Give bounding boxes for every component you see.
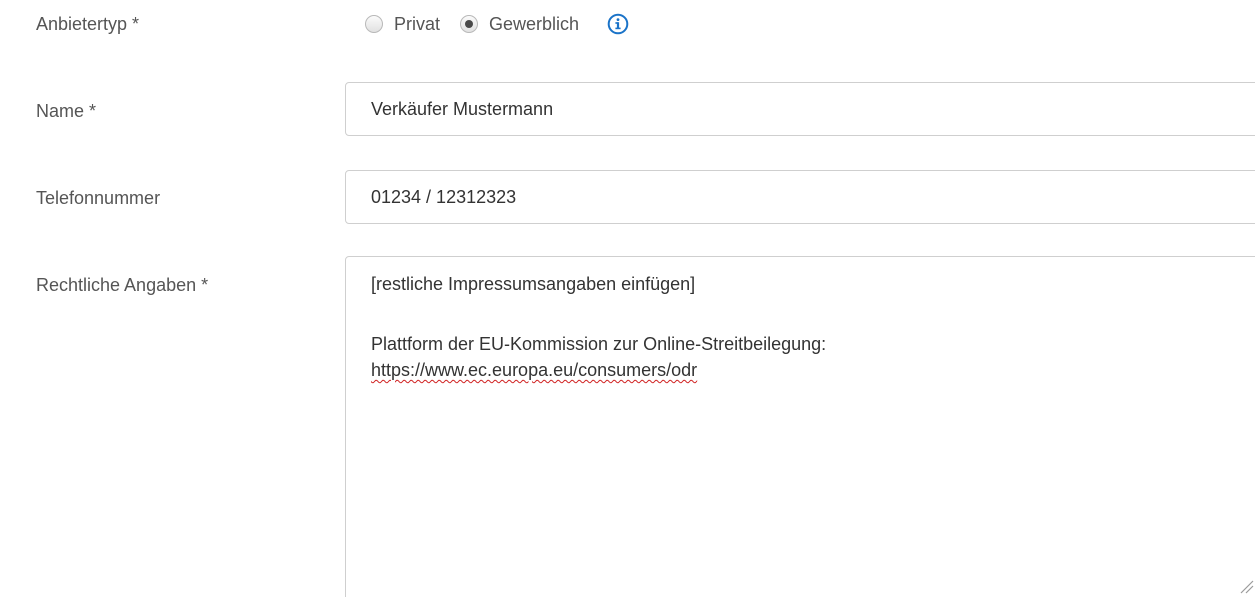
resize-grip-icon[interactable] (1236, 576, 1254, 594)
legal-line-placeholder: [restliche Impressumsangaben einfügen] (371, 274, 696, 294)
radio-commercial-label: Gewerblich (489, 13, 580, 34)
provider-type-radio-group: Privat Gewerblich (365, 10, 629, 38)
legal-info-textarea[interactable]: [restliche Impressumsangaben einfügen] P… (345, 256, 1255, 597)
legal-info-label: Rechtliche Angaben * (36, 275, 209, 295)
radio-private-label: Privat (394, 13, 441, 34)
name-label: Name * (36, 101, 97, 121)
phone-input[interactable] (345, 170, 1255, 224)
radio-option-commercial[interactable]: Gewerblich (460, 14, 579, 35)
info-icon[interactable] (607, 13, 629, 35)
phone-label: Telefonnummer (36, 188, 161, 208)
radio-commercial[interactable] (460, 15, 479, 33)
legal-line-odr-text: Plattform der EU-Kommission zur Online-S… (371, 334, 827, 354)
provider-type-label: Anbietertyp * (36, 14, 140, 34)
name-input[interactable] (345, 82, 1255, 136)
radio-private[interactable] (365, 15, 383, 33)
legal-line-odr-link: https://www.ec.europa.eu/consumers/odr (371, 360, 698, 380)
seller-form: Anbietertyp * Privat Gewerblich Name * T… (0, 0, 1255, 597)
radio-option-private[interactable]: Privat (365, 14, 440, 35)
